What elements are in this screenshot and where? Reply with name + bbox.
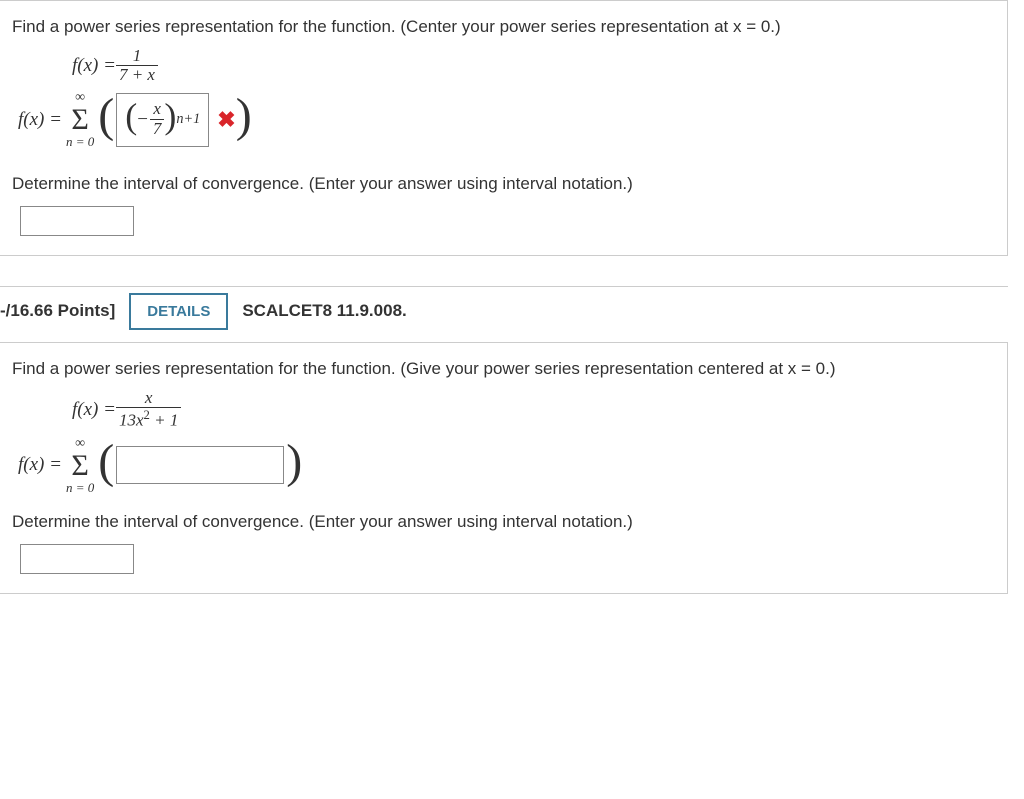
entered-exponent: n+1 bbox=[176, 111, 200, 128]
inner-close-paren: ) bbox=[164, 102, 176, 137]
wrong-icon: ✖ bbox=[217, 107, 235, 133]
q2-fraction: x 13x2 + 1 bbox=[116, 389, 181, 431]
q2-function: f(x) = x 13x2 + 1 bbox=[72, 389, 995, 431]
q2-answer-input[interactable] bbox=[116, 446, 284, 484]
sigma-bottom: n = 0 bbox=[66, 481, 94, 494]
details-button[interactable]: DETAILS bbox=[129, 293, 228, 330]
q2-func-lhs: f(x) = bbox=[72, 399, 116, 421]
open-paren: ( bbox=[98, 97, 114, 141]
question-2-panel: Find a power series representation for t… bbox=[0, 343, 1008, 594]
close-paren: ) bbox=[286, 443, 302, 487]
q1-fraction: 1 7 + x bbox=[116, 47, 158, 85]
points-label: -/16.66 Points] bbox=[0, 301, 115, 321]
q2-interval-prompt: Determine the interval of convergence. (… bbox=[12, 510, 995, 534]
den-part-a: 13x bbox=[119, 411, 144, 430]
minus-sign: − bbox=[137, 109, 148, 131]
q2-prompt: Find a power series representation for t… bbox=[12, 357, 995, 381]
sigma-symbol: Σ bbox=[71, 451, 88, 481]
q1-func-lhs: f(x) = bbox=[72, 55, 116, 77]
den-part-b: + 1 bbox=[150, 411, 178, 430]
entered-den: 7 bbox=[150, 119, 165, 139]
open-paren: ( bbox=[98, 443, 114, 487]
q2-interval-input[interactable] bbox=[20, 544, 134, 574]
question-reference: SCALCET8 11.9.008. bbox=[242, 301, 406, 321]
sigma-symbol: Σ bbox=[71, 105, 88, 135]
question-1-panel: Find a power series representation for t… bbox=[0, 0, 1008, 256]
q1-interval-prompt: Determine the interval of convergence. (… bbox=[12, 172, 995, 196]
entered-fraction: x 7 bbox=[150, 100, 165, 138]
q1-sigma: ∞ Σ n = 0 bbox=[66, 91, 94, 148]
q1-answer-row: f(x) = ∞ Σ n = 0 ( ( − x 7 ) n+1 ✖ ) bbox=[18, 91, 995, 148]
q1-answer-input[interactable]: ( − x 7 ) n+1 bbox=[116, 93, 209, 147]
q1-function: f(x) = 1 7 + x bbox=[72, 47, 995, 85]
q2-answer-row: f(x) = ∞ Σ n = 0 ( ) bbox=[18, 437, 995, 494]
question-header: -/16.66 Points] DETAILS SCALCET8 11.9.00… bbox=[0, 287, 1024, 342]
q1-frac-num: 1 bbox=[130, 47, 145, 66]
q1-interval-input[interactable] bbox=[20, 206, 134, 236]
q2-answer-lhs: f(x) = bbox=[18, 454, 62, 476]
inner-open-paren: ( bbox=[125, 102, 137, 137]
close-paren: ) bbox=[236, 97, 252, 141]
q1-prompt: Find a power series representation for t… bbox=[12, 15, 995, 39]
q1-frac-den: 7 + x bbox=[116, 65, 158, 85]
q2-sigma: ∞ Σ n = 0 bbox=[66, 437, 94, 494]
q1-answer-lhs: f(x) = bbox=[18, 109, 62, 131]
q2-frac-den: 13x2 + 1 bbox=[116, 407, 181, 430]
sigma-bottom: n = 0 bbox=[66, 135, 94, 148]
entered-num: x bbox=[150, 100, 164, 119]
q2-frac-num: x bbox=[142, 389, 156, 408]
